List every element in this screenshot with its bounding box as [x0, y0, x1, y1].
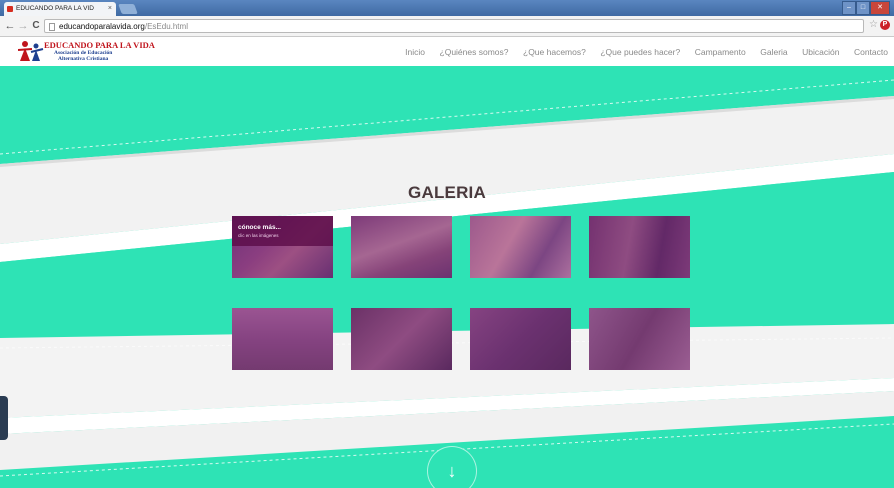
logo-subtitle-2: Alternativa Cristiana	[58, 56, 109, 62]
logo-title: EDUCANDO PARA LA VIDA	[44, 40, 155, 50]
main-menu: Inicio ¿Quiénes somos? ¿Que hacemos? ¿Qu…	[391, 37, 888, 66]
window-controls: – □ ✕	[842, 1, 890, 15]
menu-item-inicio[interactable]: Inicio	[405, 47, 425, 57]
gallery-thumbnail-4[interactable]	[589, 216, 690, 278]
url-host: educandoparalavida.org	[59, 22, 145, 31]
menu-item-contacto[interactable]: Contacto	[854, 47, 888, 57]
gallery-caption: cónoce más... clic en las imágenes	[232, 216, 333, 246]
bookmark-star-icon[interactable]: ☆	[869, 19, 878, 30]
side-tab-button[interactable]	[0, 396, 8, 440]
pinterest-icon[interactable]: P	[880, 20, 890, 30]
page-icon	[49, 23, 55, 31]
menu-item-quienes-somos[interactable]: ¿Quiénes somos?	[440, 47, 509, 57]
browser-tab[interactable]: EDUCANDO PARA LA VID ×	[4, 2, 116, 16]
menu-item-galeria[interactable]: Galeria	[760, 47, 787, 57]
site-logo[interactable]: EDUCANDO PARA LA VIDA Asociación de Educ…	[18, 39, 155, 63]
scroll-down-button[interactable]: ↓	[427, 446, 477, 488]
gallery-section: GALERIA cónoce más... clic en las imágen…	[0, 66, 894, 488]
gallery-thumbnail-2[interactable]	[351, 216, 452, 278]
caption-title: cónoce más...	[238, 224, 281, 231]
logo-figures-icon	[18, 41, 44, 61]
gallery-thumbnail-1[interactable]: cónoce más... clic en las imágenes	[232, 216, 333, 278]
reload-button[interactable]: C	[30, 19, 42, 33]
url-path: /EsEdu.html	[144, 22, 188, 31]
forward-button[interactable]: →	[17, 19, 29, 33]
gallery-thumbnail-5[interactable]	[232, 308, 333, 370]
minimize-button[interactable]: –	[842, 1, 856, 15]
menu-item-campamento[interactable]: Campamento	[695, 47, 746, 57]
menu-item-que-puedes-hacer[interactable]: ¿Que puedes hacer?	[600, 47, 680, 57]
gallery-thumbnail-6[interactable]	[351, 308, 452, 370]
caption-subtitle: clic en las imágenes	[238, 233, 279, 238]
arrow-down-icon: ↓	[447, 461, 457, 481]
browser-toolbar: ← → C educandoparalavida.org/EsEdu.html …	[0, 16, 894, 37]
close-window-button[interactable]: ✕	[870, 1, 890, 15]
address-bar[interactable]: educandoparalavida.org/EsEdu.html	[44, 19, 864, 33]
gallery-title: GALERIA	[408, 183, 486, 202]
new-tab-button[interactable]	[118, 4, 138, 14]
tab-title: EDUCANDO PARA LA VID	[16, 5, 94, 12]
back-button[interactable]: ←	[4, 19, 16, 33]
gallery-thumbnail-3[interactable]	[470, 216, 571, 278]
browser-titlebar: EDUCANDO PARA LA VID × – □ ✕	[0, 0, 894, 16]
menu-item-ubicacion[interactable]: Ubicación	[802, 47, 839, 57]
maximize-button[interactable]: □	[856, 1, 870, 15]
gallery-thumbnail-7[interactable]	[470, 308, 571, 370]
gallery-thumbnail-8[interactable]	[589, 308, 690, 370]
tab-close-icon[interactable]: ×	[108, 2, 112, 16]
favicon-icon	[7, 6, 13, 12]
menu-item-que-hacemos[interactable]: ¿Que hacemos?	[523, 47, 586, 57]
site-header: EDUCANDO PARA LA VIDA Asociación de Educ…	[0, 37, 894, 66]
